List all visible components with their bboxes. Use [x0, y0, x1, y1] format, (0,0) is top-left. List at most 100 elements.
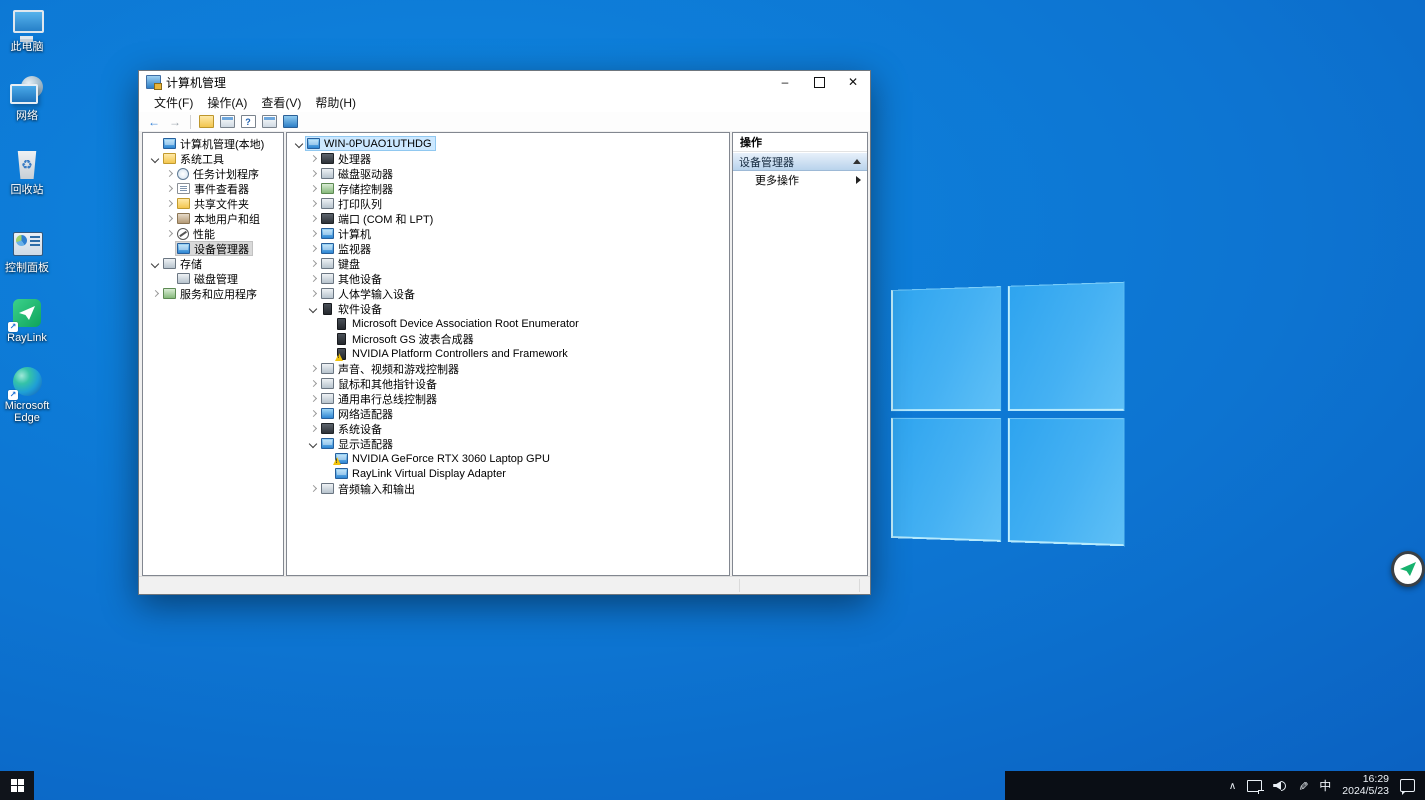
raylink-floating-button[interactable]: [1391, 551, 1425, 587]
expand-chevron-icon[interactable]: [307, 288, 319, 300]
desktop-icon-network[interactable]: 网络: [2, 76, 52, 122]
device-tree-item-core[interactable]: NVIDIA GeForce RTX 3060 Laptop GPU: [333, 451, 554, 466]
expand-chevron-icon[interactable]: [307, 228, 319, 240]
back-button[interactable]: ←: [145, 114, 163, 130]
console-tree-item-core[interactable]: 事件查看器: [175, 181, 253, 196]
device-tree-item-core[interactable]: 音频输入和输出: [319, 481, 419, 496]
actions-group-device-manager[interactable]: 设备管理器: [733, 152, 867, 171]
device-tree-item-core[interactable]: Microsoft GS 波表合成器: [333, 331, 478, 346]
device-tree-item-core[interactable]: 声音、视频和游戏控制器: [319, 361, 463, 376]
device-tree-item[interactable]: 端口 (COM 和 LPT): [287, 211, 729, 226]
device-tree-item-core[interactable]: 软件设备: [319, 301, 386, 316]
console-tree-item-core[interactable]: 共享文件夹: [175, 196, 253, 211]
desktop-icon-control-panel[interactable]: 控制面板: [2, 228, 52, 274]
expand-chevron-icon[interactable]: [163, 183, 175, 195]
network-tray-icon[interactable]: [1247, 780, 1262, 792]
more-actions-item[interactable]: 更多操作: [733, 171, 867, 189]
console-tree-item[interactable]: 共享文件夹: [143, 196, 283, 211]
device-tree-item[interactable]: 打印队列: [287, 196, 729, 211]
device-tree-item-core[interactable]: NVIDIA Platform Controllers and Framewor…: [333, 346, 572, 361]
desktop-icon-this-pc[interactable]: 此电脑: [2, 7, 52, 53]
device-tree-item[interactable]: 系统设备: [287, 421, 729, 436]
device-tree-item[interactable]: 软件设备: [287, 301, 729, 316]
device-tree-item-core[interactable]: 其他设备: [319, 271, 386, 286]
hidden-icons-chevron-icon[interactable]: ∧: [1229, 781, 1236, 792]
device-tree-item-core[interactable]: 处理器: [319, 151, 375, 166]
expand-chevron-icon[interactable]: [307, 423, 319, 435]
device-tree-item-core[interactable]: 计算机: [319, 226, 375, 241]
console-tree-item-core[interactable]: 服务和应用程序: [161, 286, 261, 301]
console-tree-item[interactable]: 任务计划程序: [143, 166, 283, 181]
device-tree-item-core[interactable]: 磁盘驱动器: [319, 166, 397, 181]
device-tree-item-core[interactable]: 存储控制器: [319, 181, 397, 196]
device-tree-item[interactable]: Microsoft GS 波表合成器: [287, 331, 729, 346]
device-tree-item[interactable]: WIN-0PUAO1UTHDG: [287, 136, 729, 151]
start-button[interactable]: [0, 771, 34, 800]
properties-button[interactable]: [218, 114, 236, 130]
expand-chevron-icon[interactable]: [163, 168, 175, 180]
device-tree-item-core[interactable]: Microsoft Device Association Root Enumer…: [333, 316, 583, 331]
device-tree-item-core[interactable]: 通用串行总线控制器: [319, 391, 441, 406]
expand-chevron-icon[interactable]: [307, 153, 319, 165]
device-tree-item[interactable]: 声音、视频和游戏控制器: [287, 361, 729, 376]
console-tree-item-core[interactable]: 计算机管理(本地): [161, 136, 268, 151]
console-tree-item-core[interactable]: 本地用户和组: [175, 211, 264, 226]
expand-chevron-icon[interactable]: [307, 243, 319, 255]
expand-chevron-icon[interactable]: [307, 183, 319, 195]
console-tree-item-core[interactable]: 磁盘管理: [175, 271, 242, 286]
menu-文件F[interactable]: 文件(F): [147, 92, 200, 113]
expand-chevron-icon[interactable]: [163, 198, 175, 210]
device-tree-item-core[interactable]: RayLink Virtual Display Adapter: [333, 466, 510, 481]
expand-chevron-icon[interactable]: [307, 198, 319, 210]
device-tree-item-core[interactable]: 打印队列: [319, 196, 386, 211]
console-tree-item[interactable]: 性能: [143, 226, 283, 241]
desktop-icon-recycle-bin[interactable]: ♻回收站: [2, 150, 52, 196]
device-tree-item[interactable]: NVIDIA GeForce RTX 3060 Laptop GPU: [287, 451, 729, 466]
device-tree-item[interactable]: 通用串行总线控制器: [287, 391, 729, 406]
device-tree-item[interactable]: 显示适配器: [287, 436, 729, 451]
collapse-chevron-icon[interactable]: [149, 153, 161, 165]
device-tree-item[interactable]: 其他设备: [287, 271, 729, 286]
device-tree-item[interactable]: RayLink Virtual Display Adapter: [287, 466, 729, 481]
device-tree-item[interactable]: 网络适配器: [287, 406, 729, 421]
console-tree-item-core[interactable]: 任务计划程序: [175, 166, 263, 181]
console-tree-item[interactable]: 本地用户和组: [143, 211, 283, 226]
device-tree-item-core[interactable]: 键盘: [319, 256, 364, 271]
expand-chevron-icon[interactable]: [307, 258, 319, 270]
show-action-pane-button[interactable]: [260, 114, 278, 130]
desktop-icon-microsoft-edge[interactable]: ↗Microsoft Edge: [2, 366, 52, 424]
expand-chevron-icon[interactable]: [163, 213, 175, 225]
device-tree-item[interactable]: 监视器: [287, 241, 729, 256]
console-tree-item-core[interactable]: 性能: [175, 226, 219, 241]
device-tree-item-core[interactable]: 监视器: [319, 241, 375, 256]
device-tree-item-core[interactable]: 端口 (COM 和 LPT): [319, 211, 437, 226]
device-tree-item[interactable]: 处理器: [287, 151, 729, 166]
device-tree-item-core[interactable]: WIN-0PUAO1UTHDG: [305, 136, 436, 151]
device-tree-item-core[interactable]: 人体学输入设备: [319, 286, 419, 301]
console-tree-item[interactable]: 事件查看器: [143, 181, 283, 196]
device-tree-item[interactable]: 键盘: [287, 256, 729, 271]
console-window-button[interactable]: [281, 114, 299, 130]
device-tree-item-core[interactable]: 鼠标和其他指针设备: [319, 376, 441, 391]
console-tree-item-core[interactable]: 存储: [161, 256, 206, 271]
device-tree-item[interactable]: 计算机: [287, 226, 729, 241]
device-tree-item-core[interactable]: 网络适配器: [319, 406, 397, 421]
device-tree-item[interactable]: 存储控制器: [287, 181, 729, 196]
expand-chevron-icon[interactable]: [307, 378, 319, 390]
menu-查看V[interactable]: 查看(V): [254, 92, 308, 113]
collapse-chevron-icon[interactable]: [149, 258, 161, 270]
menu-帮助H[interactable]: 帮助(H): [308, 92, 363, 113]
device-tree-item-core[interactable]: 系统设备: [319, 421, 386, 436]
show-console-tree-button[interactable]: [197, 114, 215, 130]
close-button[interactable]: ✕: [836, 71, 870, 93]
console-tree-item-core[interactable]: 系统工具: [161, 151, 228, 166]
ime-indicator[interactable]: 中: [1319, 777, 1331, 794]
expand-chevron-icon[interactable]: [307, 408, 319, 420]
console-tree-item[interactable]: 存储: [143, 256, 283, 271]
expand-chevron-icon[interactable]: [307, 483, 319, 495]
clock[interactable]: 16:29 2024/5/23: [1342, 774, 1389, 797]
console-tree-item[interactable]: 设备管理器: [143, 241, 283, 256]
minimize-button[interactable]: –: [768, 71, 802, 93]
menu-操作A[interactable]: 操作(A): [200, 92, 254, 113]
desktop-icon-raylink[interactable]: ↗RayLink: [2, 298, 52, 344]
